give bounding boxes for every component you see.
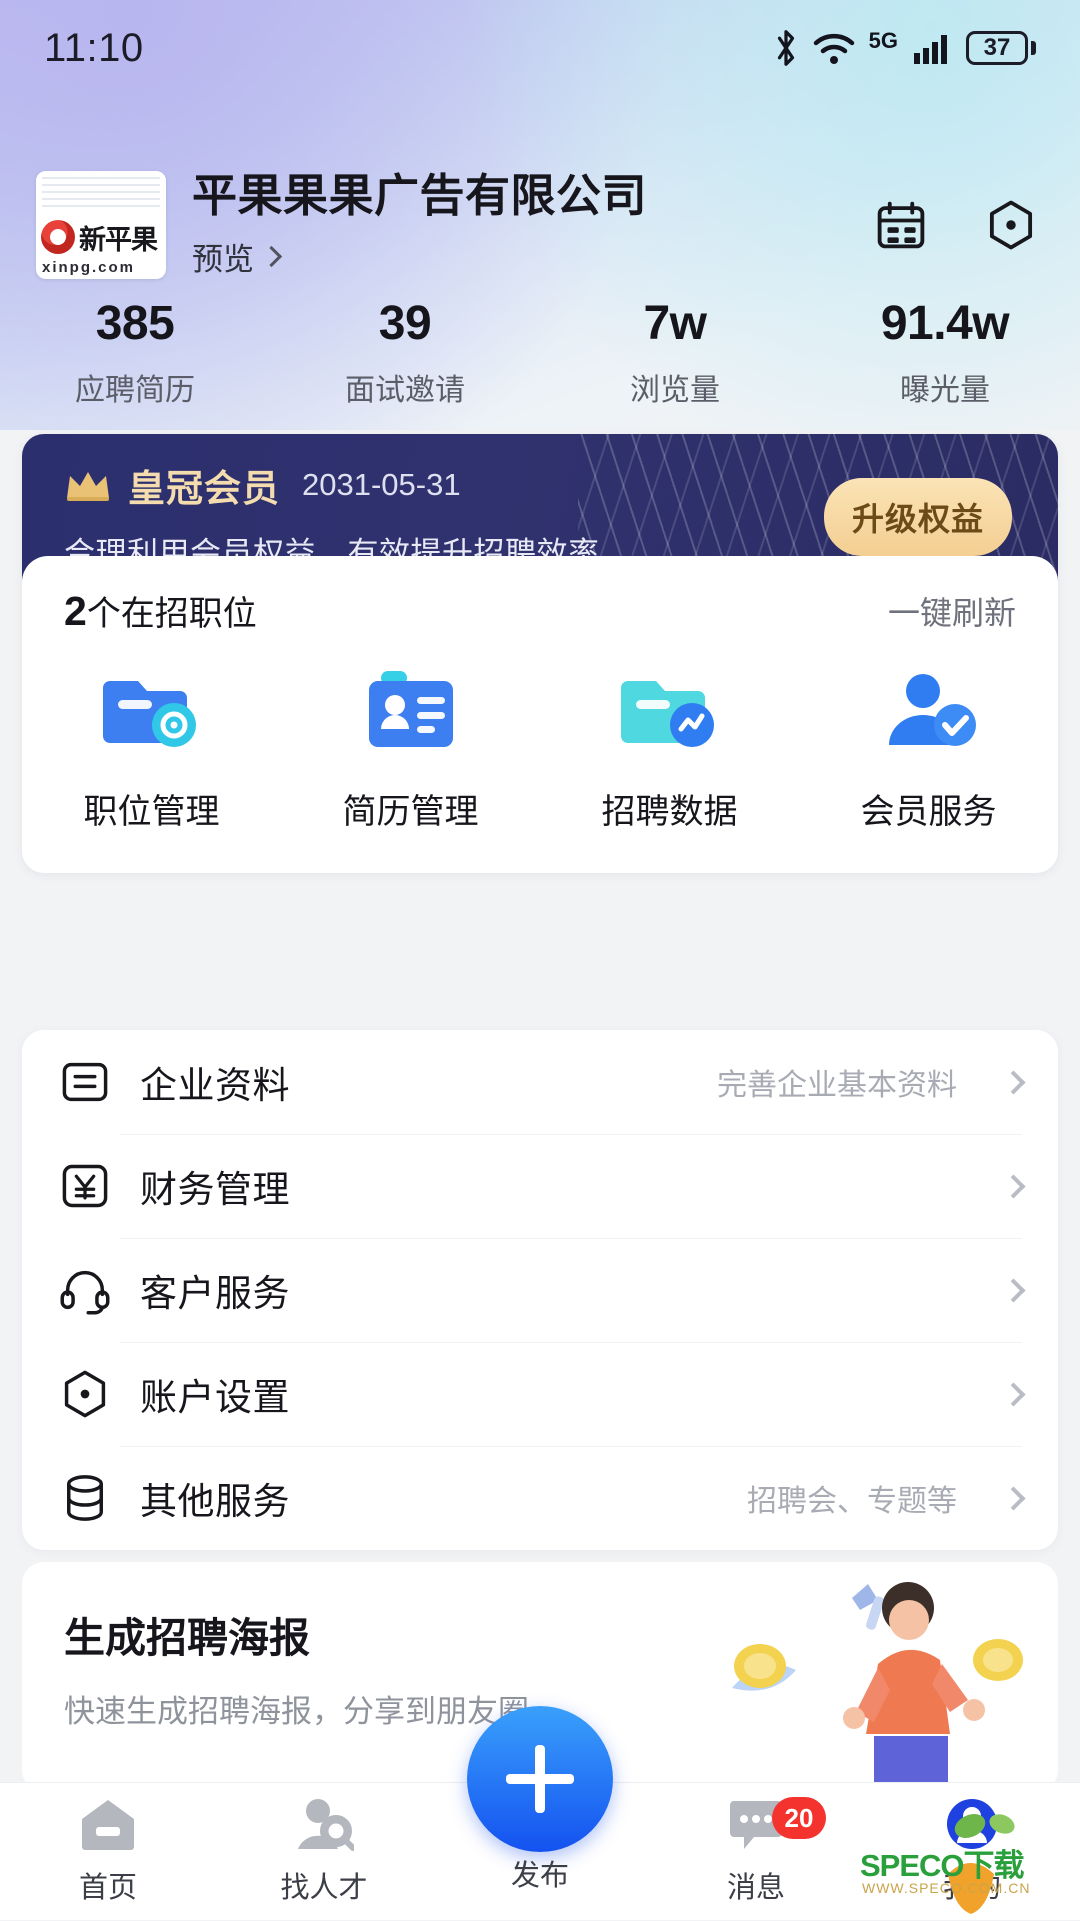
- menu-item-label: 其他服务: [140, 1481, 290, 1522]
- crown-icon: [64, 468, 112, 502]
- quick-item-resume-management[interactable]: 简历管理: [281, 667, 540, 833]
- document-icon: [58, 1055, 112, 1109]
- settings-icon: [58, 1367, 112, 1421]
- database-icon: [58, 1471, 112, 1525]
- talent-search-icon: [294, 1797, 356, 1856]
- quick-actions-card: 2个在招职位 一键刷新 职位管理 简历管理 招聘数据 会员服务: [22, 556, 1058, 873]
- quick-item-recruit-data[interactable]: 招聘数据: [540, 667, 799, 833]
- stat-label: 面试邀请: [345, 374, 465, 407]
- menu-item-label: 账户设置: [140, 1377, 290, 1418]
- menu-item-label: 客户服务: [140, 1273, 290, 1314]
- menu-item-label: 财务管理: [140, 1169, 290, 1210]
- stat-item[interactable]: 39 面试邀请: [270, 296, 540, 409]
- stat-item[interactable]: 91.4w 曝光量: [810, 296, 1080, 409]
- quick-item-member-service[interactable]: 会员服务: [799, 667, 1058, 833]
- menu-item-label: 企业资料: [140, 1065, 290, 1106]
- stat-value: 39: [378, 297, 432, 350]
- stat-label: 曝光量: [900, 374, 990, 407]
- quick-item-label: 招聘数据: [601, 793, 738, 831]
- stat-label: 应聘简历: [75, 374, 195, 407]
- status-bar: 11:10 5G 37: [0, 0, 1080, 96]
- plus-icon[interactable]: [467, 1706, 613, 1852]
- 5g-icon: 5G: [868, 28, 898, 53]
- chevron-right-icon: [1001, 1173, 1026, 1199]
- tab-publish[interactable]: 发布: [432, 1706, 648, 1920]
- message-badge: 20: [772, 1797, 826, 1839]
- stat-item[interactable]: 7w 浏览量: [540, 296, 810, 409]
- stat-label: 浏览量: [630, 374, 720, 407]
- menu-item-account-settings[interactable]: 账户设置: [58, 1342, 1026, 1446]
- home-icon: [78, 1797, 138, 1856]
- stat-value: 91.4w: [880, 297, 1010, 350]
- quick-item-label: 会员服务: [860, 793, 997, 831]
- quick-item-label: 简历管理: [342, 793, 479, 831]
- status-icons: 5G 37: [773, 28, 1036, 68]
- menu-item-company-profile[interactable]: 企业资料 完善企业基本资料: [58, 1030, 1026, 1134]
- menu-item-other-services[interactable]: 其他服务 招聘会、专题等: [58, 1446, 1026, 1550]
- chevron-right-icon: [1001, 1069, 1026, 1095]
- quick-item-label: 职位管理: [83, 793, 220, 831]
- menu-item-customer-service[interactable]: 客户服务: [58, 1238, 1026, 1342]
- logo-domain: xinpg.com: [42, 259, 136, 276]
- resume-card-icon: [361, 667, 461, 758]
- preview-link[interactable]: 预览: [192, 234, 874, 279]
- membership-quick-card: 皇冠会员 2031-05-31 合理利用会员权益，有效提升招聘效率 升级权益 2…: [22, 434, 1058, 873]
- company-name: 平果果果广告有限公司: [192, 169, 648, 221]
- job-folder-icon: [102, 667, 202, 758]
- bluetooth-icon: [773, 28, 799, 68]
- stats-row: 385 应聘简历 39 面试邀请 7w 浏览量 91.4w 曝光量: [0, 296, 1080, 409]
- tab-profile[interactable]: 我的: [864, 1783, 1080, 1920]
- tab-label: 我的: [942, 1872, 1001, 1904]
- tab-find-talent[interactable]: 找人才: [216, 1783, 432, 1920]
- signal-icon: [912, 31, 952, 65]
- tab-home[interactable]: 首页: [0, 1783, 216, 1920]
- battery-level: 37: [966, 31, 1028, 65]
- menu-item-hint: 完善企业基本资料: [717, 1069, 957, 1102]
- logo-name: 新平果: [79, 224, 158, 255]
- chevron-right-icon: [1001, 1277, 1026, 1303]
- tab-label: 发布: [510, 1860, 570, 1892]
- company-logo: 新平果 xinpg.com: [36, 171, 166, 279]
- tab-label: 消息: [726, 1872, 785, 1904]
- refresh-button[interactable]: 一键刷新: [888, 588, 1016, 634]
- tab-label: 找人才: [280, 1872, 368, 1904]
- settings-icon[interactable]: [984, 198, 1038, 252]
- menu-item-finance[interactable]: 财务管理: [58, 1134, 1026, 1238]
- menu-item-hint: 招聘会、专题等: [747, 1485, 957, 1518]
- stat-value: 385: [95, 297, 175, 350]
- stat-item[interactable]: 385 应聘简历: [0, 296, 270, 409]
- wifi-icon: [813, 31, 855, 65]
- headset-icon: [58, 1263, 112, 1317]
- chevron-right-icon: [1001, 1485, 1026, 1511]
- profile-icon: [942, 1797, 1002, 1856]
- poster-illustration: [702, 1568, 1032, 1788]
- tab-label: 首页: [78, 1872, 137, 1904]
- jobs-count: 2: [64, 588, 87, 634]
- jobs-suffix: 个在招职位: [86, 595, 257, 633]
- logo-mark-icon: [41, 220, 75, 254]
- company-header: 新平果 xinpg.com 平果果果广告有限公司 预览: [0, 160, 1080, 290]
- menu-list: 企业资料 完善企业基本资料 财务管理 客户服务 账户设置 其他服务 招聘会、专题…: [22, 1030, 1058, 1550]
- preview-label: 预览: [192, 242, 254, 278]
- chevron-right-icon: [260, 246, 283, 268]
- upgrade-button[interactable]: 升级权益: [823, 478, 1012, 556]
- member-check-icon: [879, 667, 979, 758]
- chevron-right-icon: [1001, 1381, 1026, 1407]
- stat-value: 7w: [643, 297, 707, 350]
- data-chart-icon: [620, 667, 720, 758]
- battery-icon: 37: [966, 31, 1036, 65]
- jobs-count-text: 2个在招职位: [64, 586, 257, 635]
- vip-expiry: 2031-05-31: [302, 467, 461, 502]
- calendar-icon[interactable]: [874, 198, 928, 252]
- yuan-icon: [58, 1159, 112, 1213]
- bottom-tab-bar: 首页 找人才 发布 20 消息 我的: [0, 1706, 1080, 1920]
- quick-item-job-management[interactable]: 职位管理: [22, 667, 281, 833]
- tab-messages[interactable]: 20 消息: [648, 1783, 864, 1920]
- status-time: 11:10: [44, 25, 144, 70]
- vip-title: 皇冠会员: [128, 468, 280, 509]
